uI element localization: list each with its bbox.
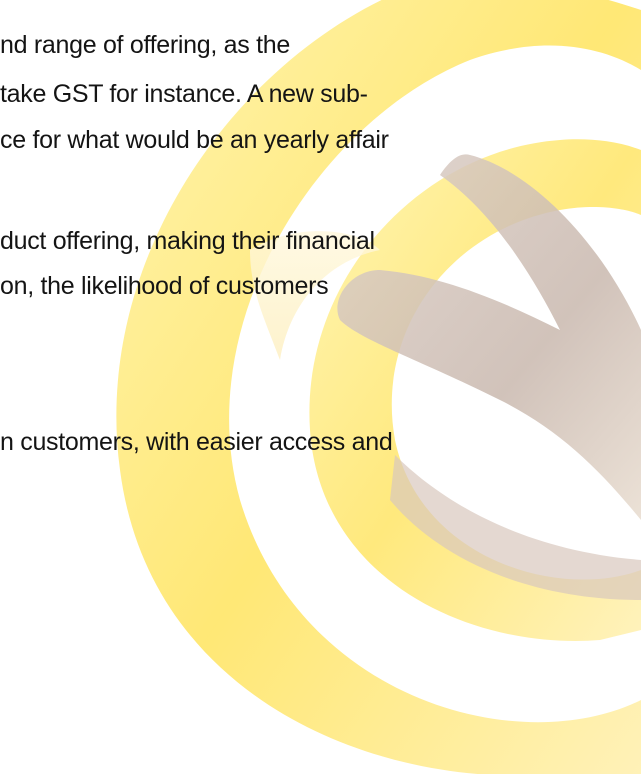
text-line: nd range of offering, as the [0, 31, 290, 59]
text-line: duct offering, making their financial [0, 227, 375, 255]
text-line: on, the likelihood of customers [0, 272, 329, 300]
text-line: take GST for instance. A new sub- [0, 80, 368, 108]
body-text: nd range of offering, as the take GST fo… [0, 0, 641, 774]
text-line: ce for what would be an yearly affair [0, 126, 389, 154]
text-line: n customers, with easier access and [0, 428, 393, 456]
document-page: nd range of offering, as the take GST fo… [0, 0, 641, 774]
